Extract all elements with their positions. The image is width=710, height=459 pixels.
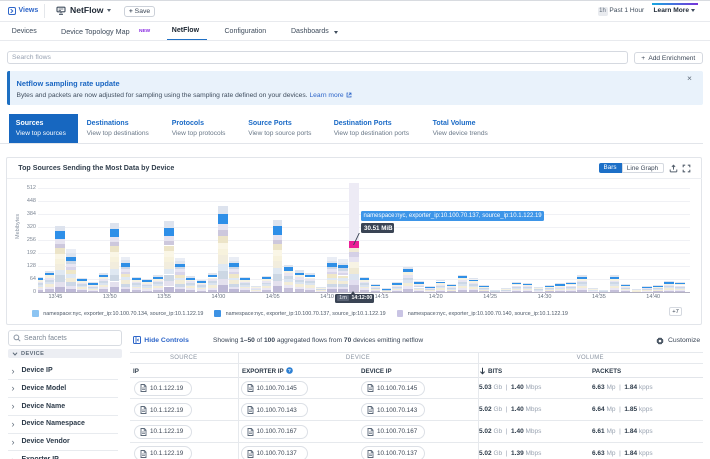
svg-text:?: ? bbox=[288, 368, 291, 374]
